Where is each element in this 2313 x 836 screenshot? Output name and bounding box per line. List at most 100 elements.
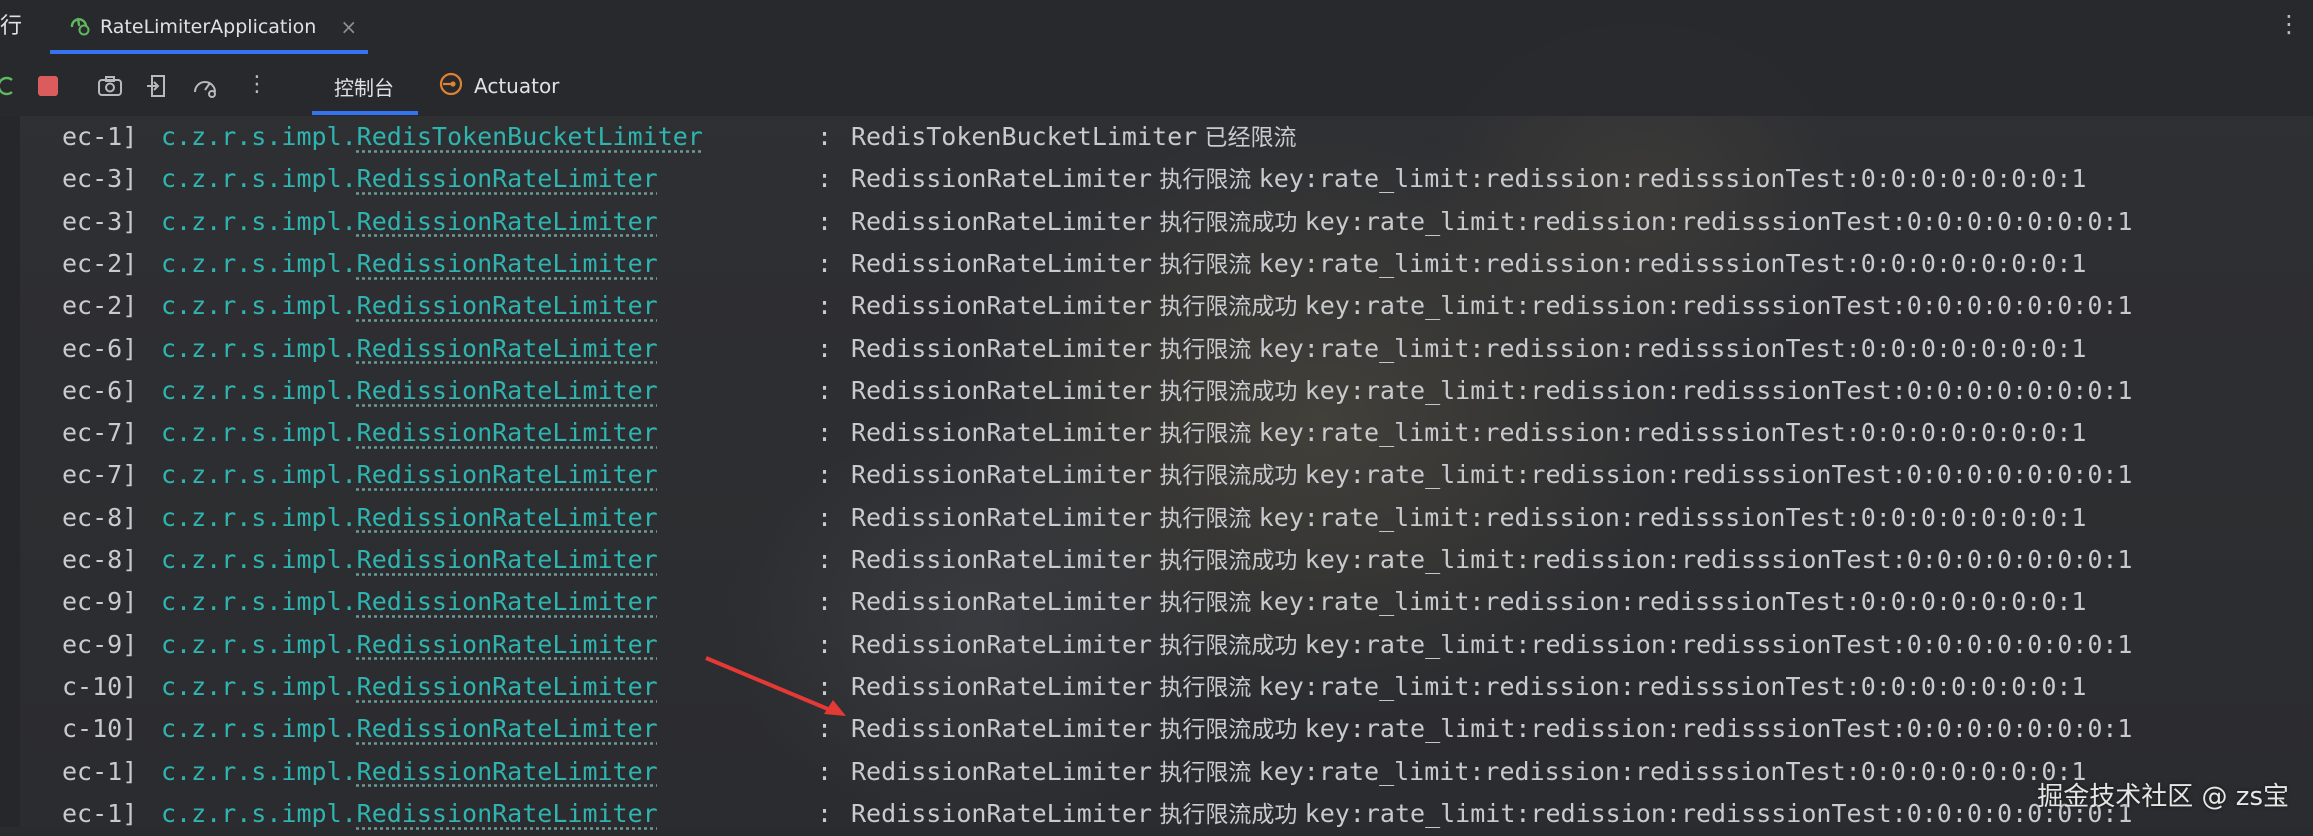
log-separator: : [817,375,833,405]
log-package: c.z.r.s.impl. [161,164,357,194]
log-message-source: RedissionRateLimiter [851,671,1153,701]
log-thread: ec-2] [62,291,138,321]
tab-active-indicator [50,50,368,54]
profiler-gauge-icon[interactable] [191,72,219,100]
log-message-text: 执行限流 [1152,590,1259,617]
log-message-source: RedissionRateLimiter [851,375,1153,405]
log-separator: : [817,545,833,574]
log-message-text: 执行限流成功 [1152,463,1305,490]
log-package: c.z.r.s.impl. [161,587,357,617]
log-message-source: RedissionRateLimiter [851,798,1153,828]
log-message: RedissionRateLimiter 执行限流 key:rate_limit… [851,581,2086,624]
left-side-strip [0,116,20,827]
log-class-link[interactable]: RedissionRateLimiter [357,630,658,659]
log-message-source: RedissionRateLimiter [851,587,1153,617]
log-message-key: key:rate_limit:redission:redisssionTest:… [1304,629,2133,659]
tab-rate-limiter-application[interactable]: RateLimiterApplication × [50,0,368,54]
camera-icon[interactable] [96,72,124,100]
log-separator: : [817,164,833,194]
tab-console[interactable]: 控制台 [334,56,394,116]
tab-actuator[interactable]: Actuator [438,56,559,116]
log-package: c.z.r.s.impl. [161,122,357,151]
log-class-link[interactable]: RedissionRateLimiter [357,164,658,193]
log-message-source: RedissionRateLimiter [851,291,1153,321]
log-class-link[interactable]: RedissionRateLimiter [357,799,658,828]
log-message: RedissionRateLimiter 执行限流 key:rate_limit… [851,158,2086,201]
log-message: RedissionRateLimiter 执行限流成功 key:rate_lim… [851,201,2132,244]
log-message-key: key:rate_limit:redission:redisssionTest:… [1304,375,2133,405]
log-class-link[interactable]: RedissionRateLimiter [357,376,658,405]
more-actions-icon[interactable]: ⋮ [246,72,274,100]
log-message-key: key:rate_limit:redission:redisssionTest:… [1258,756,2087,786]
log-separator: : [817,460,833,490]
log-message-text: 执行限流成功 [1152,548,1305,574]
log-thread: ec-2] [62,248,138,278]
log-message-source: RedissionRateLimiter [851,164,1153,194]
log-message-key: key:rate_limit:redission:redisssionTest:… [1304,545,2133,574]
log-message: RedissionRateLimiter 执行限流 key:rate_limit… [851,751,2086,794]
log-class-link[interactable]: RedissionRateLimiter [357,714,658,743]
log-message: RedissionRateLimiter 执行限流 key:rate_limit… [851,412,2086,455]
more-options-icon[interactable]: ⋮ [2277,10,2301,38]
log-logger: c.z.r.s.impl.RedissionRateLimiter [161,624,658,666]
log-message-key: key:rate_limit:redission:redisssionTest:… [1304,291,2133,321]
console-output[interactable]: ec-1] c.z.r.s.impl.RedisTokenBucketLimite… [62,116,2313,828]
log-class-link[interactable]: RedissionRateLimiter [357,545,658,574]
log-class-link[interactable]: RedissionRateLimiter [357,291,658,320]
log-message-source: RedissionRateLimiter [851,418,1153,448]
log-package: c.z.r.s.impl. [161,333,357,363]
export-icon[interactable] [144,72,172,100]
log-message-key: key:rate_limit:redission:redisssionTest:… [1304,460,2133,490]
log-logger: c.z.r.s.impl.RedissionRateLimiter [161,285,658,327]
log-message-text: 执行限流 [1152,421,1259,448]
log-message: RedissionRateLimiter 执行限流成功 key:rate_lim… [851,624,2132,667]
rerun-icon[interactable] [0,72,28,100]
log-message: RedissionRateLimiter 执行限流成功 key:rate_lim… [851,539,2132,582]
log-logger: c.z.r.s.impl.RedissionRateLimiter [161,708,658,750]
log-class-link[interactable]: RedissionRateLimiter [357,460,658,489]
log-logger: c.z.r.s.impl.RedissionRateLimiter [161,412,658,454]
log-package: c.z.r.s.impl. [161,206,357,236]
log-class-link[interactable]: RedissionRateLimiter [357,757,658,786]
log-logger: c.z.r.s.impl.RedissionRateLimiter [161,666,658,708]
log-logger: c.z.r.s.impl.RedissionRateLimiter [161,370,658,412]
log-message: RedissionRateLimiter 执行限流成功 key:rate_lim… [851,793,2132,836]
log-thread: c-10] [62,671,138,701]
watermark: 掘金技术社区 @ zs宝 [2037,782,2289,812]
log-class-link[interactable]: RedissionRateLimiter [357,587,658,616]
log-separator: : [817,333,833,363]
log-class-link[interactable]: RedissionRateLimiter [357,672,658,701]
log-message-key: key:rate_limit:redission:redisssionTest:… [1258,587,2087,617]
log-logger: c.z.r.s.impl.RedissionRateLimiter [161,243,658,285]
log-message-key: key:rate_limit:redission:redisssionTest:… [1304,714,2133,744]
tab-title: RateLimiterApplication [100,16,317,38]
spring-boot-run-icon [68,14,90,41]
log-thread: ec-7] [62,460,138,490]
log-class-link[interactable]: RedissionRateLimiter [357,207,658,236]
log-class-link[interactable]: RedissionRateLimiter [357,503,658,532]
log-class-link[interactable]: RedisTokenBucketLimiter [357,122,703,151]
log-message-text: 执行限流 [1152,336,1259,363]
log-message-text: 执行限流 [1152,759,1259,786]
log-package: c.z.r.s.impl. [161,418,357,448]
log-message: RedisTokenBucketLimiter 已经限流 [851,116,1297,159]
log-class-link[interactable]: RedissionRateLimiter [357,334,658,363]
log-package: c.z.r.s.impl. [161,502,357,532]
actuator-icon [438,71,464,102]
log-package: c.z.r.s.impl. [161,248,357,278]
log-separator: : [817,756,833,786]
log-package: c.z.r.s.impl. [161,629,357,659]
log-message-source: RedissionRateLimiter [851,206,1153,236]
tab-active-indicator [312,111,418,115]
log-separator: : [817,502,833,532]
log-package: c.z.r.s.impl. [161,375,357,405]
close-icon[interactable]: × [340,15,357,39]
log-message-text: 执行限流 [1152,251,1259,278]
log-class-link[interactable]: RedissionRateLimiter [357,418,658,447]
log-thread: ec-1] [62,122,138,151]
log-message-text: 执行限流成功 [1152,378,1305,405]
log-class-link[interactable]: RedissionRateLimiter [357,249,658,278]
log-logger: c.z.r.s.impl.RedissionRateLimiter [161,793,658,835]
log-message-key: key:rate_limit:redission:redisssionTest:… [1258,502,2087,532]
stop-icon[interactable] [38,76,58,96]
